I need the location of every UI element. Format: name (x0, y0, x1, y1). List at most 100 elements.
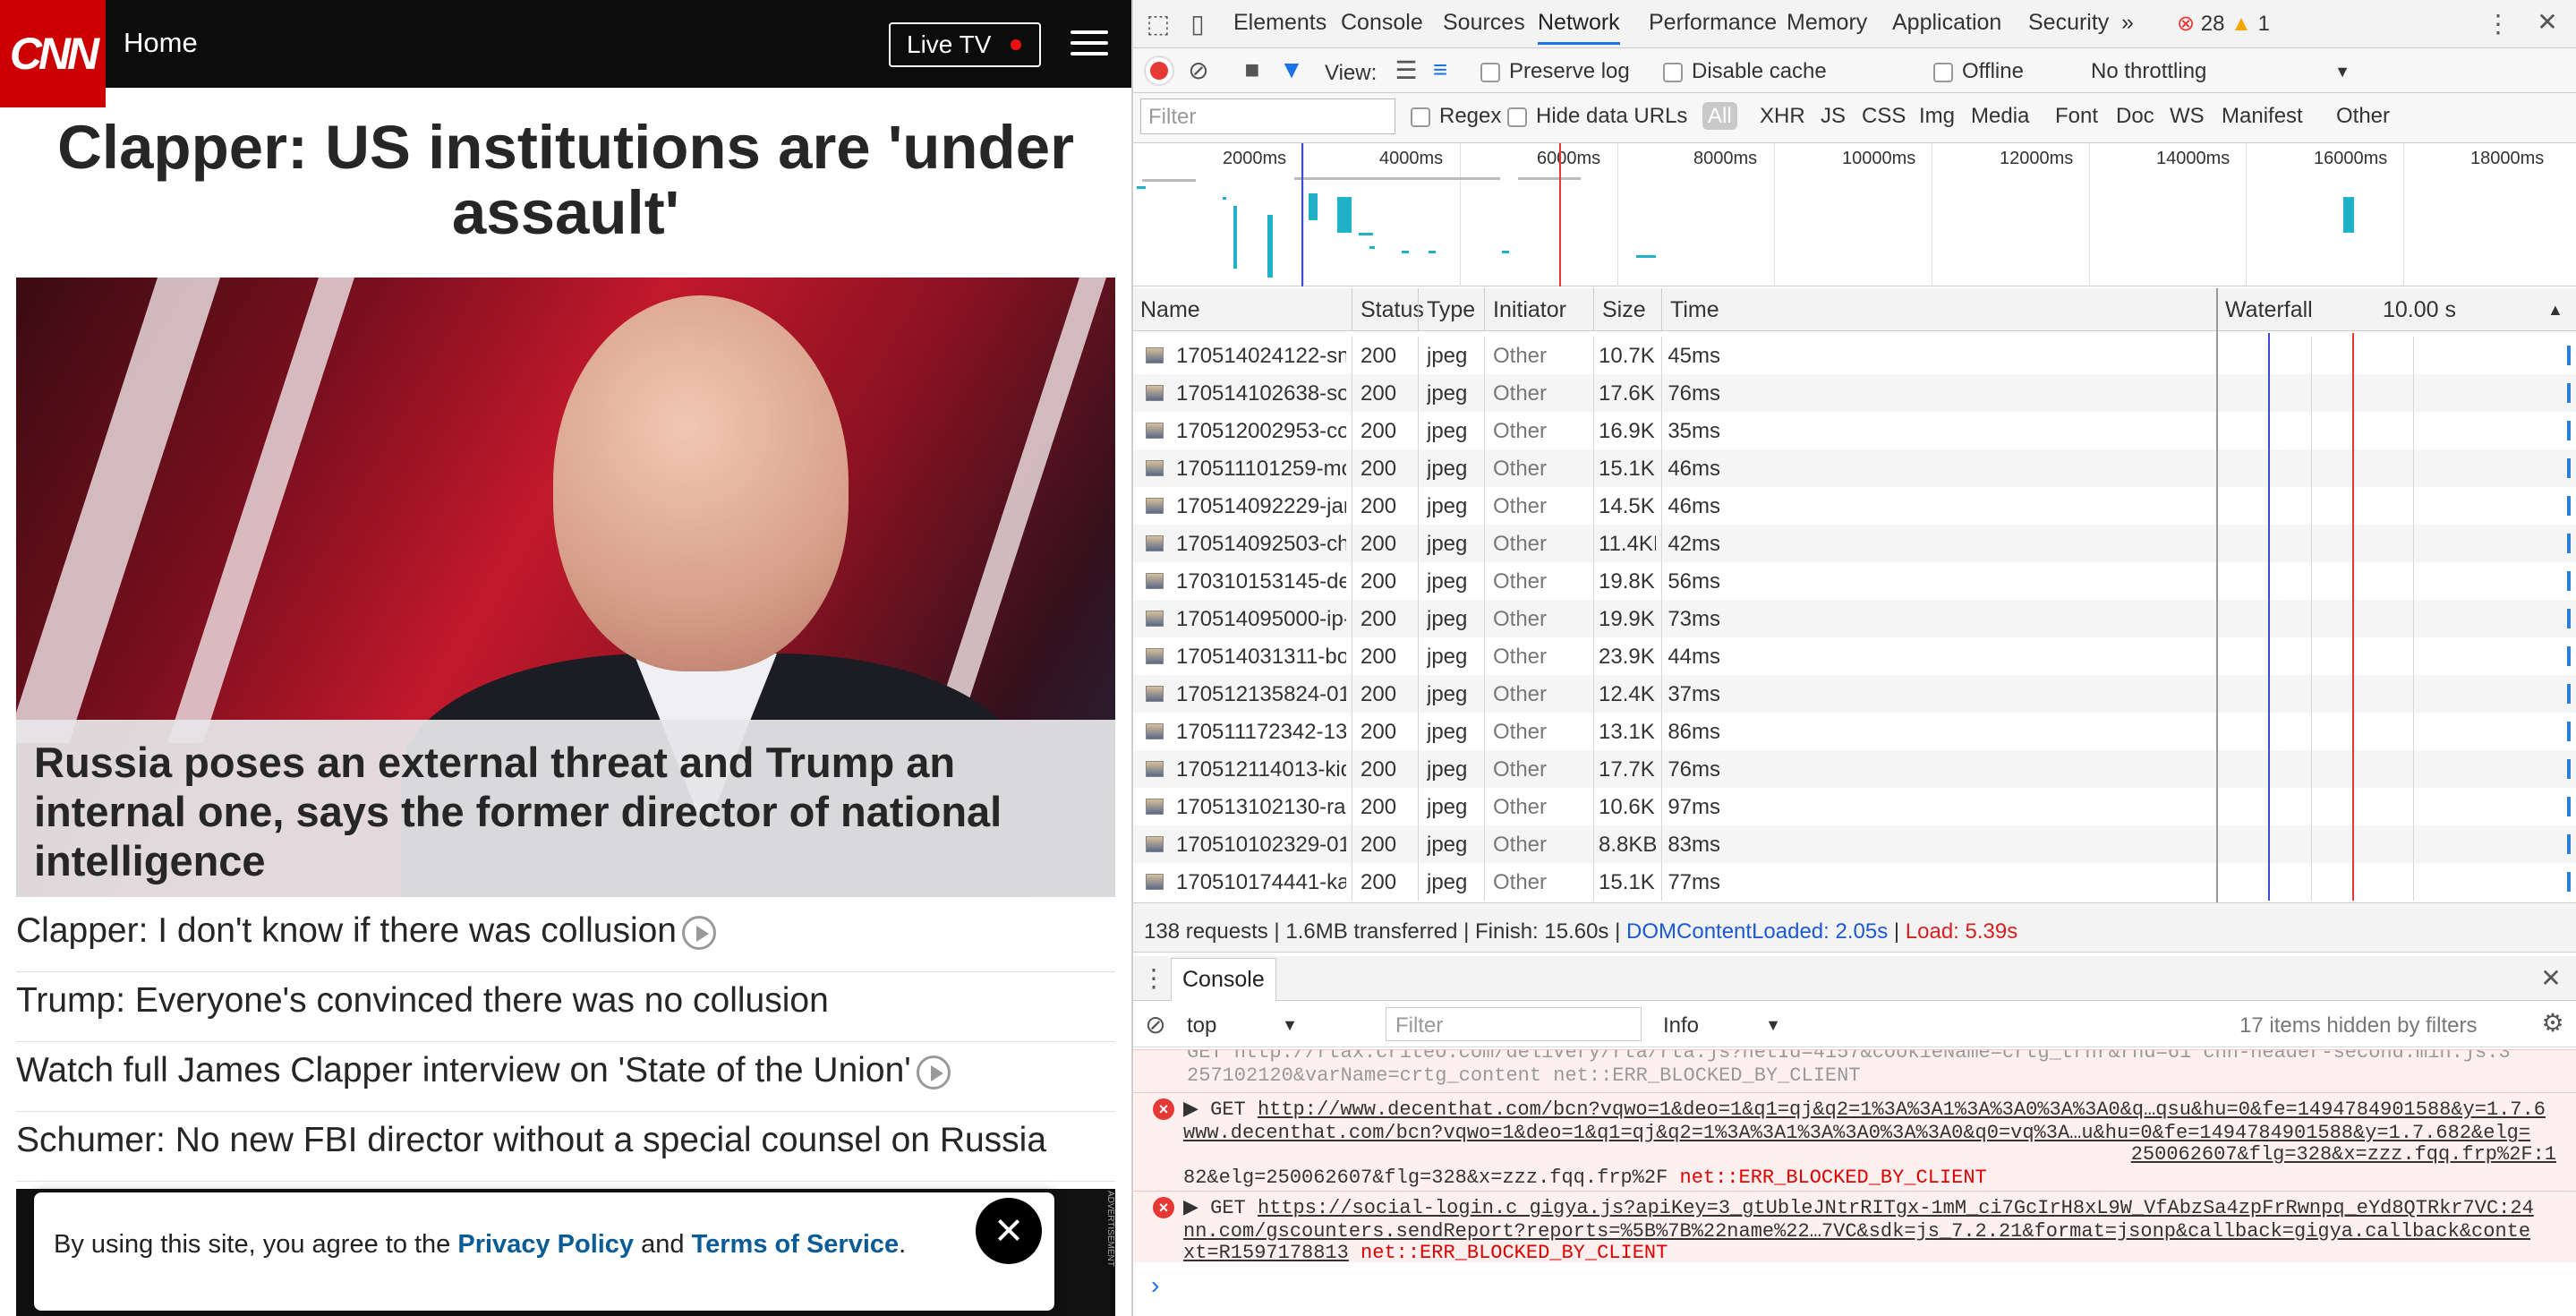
console-prompt[interactable]: › (1151, 1271, 1159, 1300)
column-waterfall[interactable]: Waterfall (2225, 297, 2313, 323)
source-link[interactable]: 250062607&flg=328&x=zzz.fqq.frp%2F:1 (2131, 1143, 2556, 1166)
request-row[interactable]: 170514024122-snl-melissa-mccar… 200 jpeg Ot… (1133, 337, 2576, 374)
record-icon[interactable] (1144, 56, 1174, 86)
preserve-log-checkbox[interactable]: Preserve log (1480, 59, 1630, 84)
filter-type-all[interactable]: All (1702, 102, 1737, 130)
console-error-message[interactable]: × ▶ GET https://social-login.c gigya.js?… (1133, 1191, 2576, 1262)
request-name: 170513102130-ransomware-wann… (1176, 795, 1346, 819)
kebab-menu-icon[interactable]: ⋮ (2485, 9, 2512, 38)
console-message[interactable]: GET http://rtax.criteo.com/delivery/rta/… (1133, 1049, 2576, 1092)
offline-checkbox[interactable]: Offline (1933, 59, 2024, 84)
request-row[interactable]: 170514031311-bourdain-explore-l… 200 jpeg O… (1133, 637, 2576, 675)
more-tabs-icon[interactable]: » (2121, 0, 2134, 45)
overview-icon[interactable]: ≡ (1425, 56, 1455, 84)
related-link[interactable]: Schumer: No new FBI director without a s… (16, 1112, 1115, 1182)
filter-type-css[interactable]: CSS (1862, 104, 1906, 129)
tab-elements[interactable]: Elements (1233, 0, 1326, 45)
source-link[interactable]: nn.com/gscounters.sendReport?reports=%5B… (1183, 1220, 2530, 1243)
cnn-logo[interactable]: CNN (0, 0, 106, 107)
request-row[interactable]: 170514102638-sotu-celebrity-can… 200 jpeg O… (1133, 374, 2576, 412)
source-link[interactable]: www.decenthat.com/bcn?vqwo=1&deo=1&q1=qj… (1183, 1122, 2530, 1144)
filter-type-img[interactable]: Img (1919, 104, 1955, 129)
regex-checkbox[interactable]: Regex (1411, 104, 1501, 129)
request-row[interactable]: 170310153145-department-of-just… 200 jpeg O… (1133, 562, 2576, 600)
request-url-link[interactable]: http://www.decenthat.com/bcn?vqwo=1&deo=… (1258, 1098, 2546, 1121)
column-status[interactable]: Status (1361, 297, 1424, 323)
console-filter-input[interactable]: Filter (1386, 1007, 1642, 1041)
console-error-message[interactable]: × ▶ GET http://www.decenthat.com/bcn?vqw… (1133, 1092, 2576, 1191)
clear-console-icon[interactable]: ⊘ (1140, 1010, 1171, 1039)
terms-of-service-link[interactable]: Terms of Service (692, 1230, 900, 1259)
filter-type-doc[interactable]: Doc (2116, 104, 2154, 129)
filter-type-xhr[interactable]: XHR (1760, 104, 1805, 129)
request-url-link[interactable]: https://social-login.c gigya.js?apiKey=3… (1258, 1197, 2534, 1219)
column-initiator[interactable]: Initiator (1493, 297, 1566, 323)
request-row[interactable]: 170510174441-kamau-bell-native-… 200 jpeg O… (1133, 863, 2576, 901)
column-name[interactable]: Name (1140, 297, 1200, 323)
request-initiator: Other (1493, 682, 1548, 706)
privacy-policy-link[interactable]: Privacy Policy (457, 1230, 634, 1259)
filter-type-other[interactable]: Other (2336, 104, 2390, 129)
request-row[interactable]: 170510102329-01-rod-rosenstein-… 200 jpeg O… (1133, 825, 2576, 863)
page-headline[interactable]: Clapper: US institutions are 'under assa… (18, 115, 1113, 245)
column-type[interactable]: Type (1427, 297, 1475, 323)
clear-icon[interactable]: ⊘ (1183, 56, 1214, 85)
tab-application[interactable]: Application (1892, 0, 2001, 45)
filter-type-ws[interactable]: WS (2170, 104, 2205, 129)
menu-hamburger-icon[interactable] (1070, 30, 1108, 57)
context-select[interactable]: top ▼ (1180, 1013, 1305, 1038)
tab-memory[interactable]: Memory (1787, 0, 1867, 45)
request-row[interactable]: 170513102130-ransomware-wann… 200 jpeg Othe… (1133, 788, 2576, 825)
tab-console[interactable]: Console (1341, 0, 1423, 45)
request-row[interactable]: 170514092503-chuck-schumer-so… 200 jpeg Oth… (1133, 525, 2576, 562)
request-row[interactable]: 170512002953-colbert-on-trump-o… 200 jpeg O… (1133, 412, 2576, 449)
tab-console-drawer[interactable]: Console (1171, 958, 1276, 1001)
close-devtools-icon[interactable]: ✕ (2529, 7, 2565, 37)
live-tv-button[interactable]: Live TV (889, 22, 1041, 67)
log-level-select[interactable]: Info ▼ (1652, 1013, 1796, 1038)
filter-input[interactable]: Filter (1140, 98, 1395, 134)
throttling-select[interactable]: No throttling ▼ (2091, 59, 2350, 84)
close-drawer-icon[interactable]: ✕ (2533, 963, 2569, 993)
filter-type-js[interactable]: JS (1821, 104, 1846, 129)
tab-security[interactable]: Security (2028, 0, 2109, 45)
error-icon: × (1153, 1197, 1174, 1218)
capture-screenshots-icon[interactable]: ■ (1237, 56, 1267, 84)
inspect-element-icon[interactable]: ⬚ (1140, 9, 1176, 38)
request-row[interactable]: 170511101259-motorcycle-crash-… 200 jpeg Ot… (1133, 449, 2576, 487)
large-rows-icon[interactable]: ☰ (1393, 56, 1420, 85)
request-row[interactable]: 170514092229-james-clapper-sot… 200 jpeg Ot… (1133, 487, 2576, 525)
column-size[interactable]: Size (1602, 297, 1646, 323)
drawer-menu-icon[interactable]: ⋮ (1140, 963, 1167, 993)
preserve-log-label: Preserve log (1509, 59, 1630, 83)
filter-type-font[interactable]: Font (2055, 104, 2098, 129)
related-link[interactable]: Watch full James Clapper interview on 'S… (16, 1042, 1115, 1112)
related-link[interactable]: Clapper: I don't know if there was collu… (16, 902, 1115, 972)
tab-performance[interactable]: Performance (1649, 0, 1777, 45)
request-row[interactable]: 170512135824-01-week-in-politics… 200 jpeg… (1133, 675, 2576, 713)
image-file-icon (1146, 686, 1164, 702)
request-row[interactable]: 170511172342-13-week-in-photos… 200 jpeg Ot… (1133, 713, 2576, 750)
disable-cache-checkbox[interactable]: Disable cache (1663, 59, 1827, 84)
waterfall-divider[interactable] (2216, 288, 2218, 902)
error-counter[interactable]: ⊗ 28 ▲ 1 (2177, 11, 2270, 37)
tab-network[interactable]: Network (1538, 0, 1620, 45)
hide-data-urls-checkbox[interactable]: Hide data URLs (1507, 104, 1687, 129)
network-overview-timeline[interactable]: 2000ms 4000ms 6000ms 8000ms 10000ms 1200… (1133, 143, 2576, 286)
hero-image[interactable]: Russia poses an external threat and Trum… (16, 278, 1115, 897)
filter-type-manifest[interactable]: Manifest (2222, 104, 2303, 129)
request-row[interactable]: 170514095000-ip-sunday-group-p… 200 jpeg Ot… (1133, 600, 2576, 637)
related-link[interactable]: Trump: Everyone's convinced there was no… (16, 972, 1115, 1042)
hero-caption[interactable]: Russia poses an external threat and Trum… (16, 720, 1115, 897)
tab-sources[interactable]: Sources (1443, 0, 1525, 45)
filter-toggle-icon[interactable]: ▼ (1276, 56, 1307, 84)
request-row[interactable]: 170512114013-kid-asks-mike-pen… 200 jpeg Ot… (1133, 750, 2576, 788)
close-icon[interactable]: × (976, 1198, 1042, 1264)
request-name: 170514092229-james-clapper-sot… (1176, 494, 1346, 518)
console-settings-gear-icon[interactable]: ⚙ (2535, 1008, 2571, 1038)
device-toolbar-icon[interactable]: ▯ (1180, 9, 1215, 38)
filter-type-media[interactable]: Media (1971, 104, 2029, 129)
sort-ascending-icon[interactable]: ▲ (2547, 301, 2563, 320)
column-time[interactable]: Time (1670, 297, 1719, 323)
nav-home-link[interactable]: Home (124, 27, 198, 59)
